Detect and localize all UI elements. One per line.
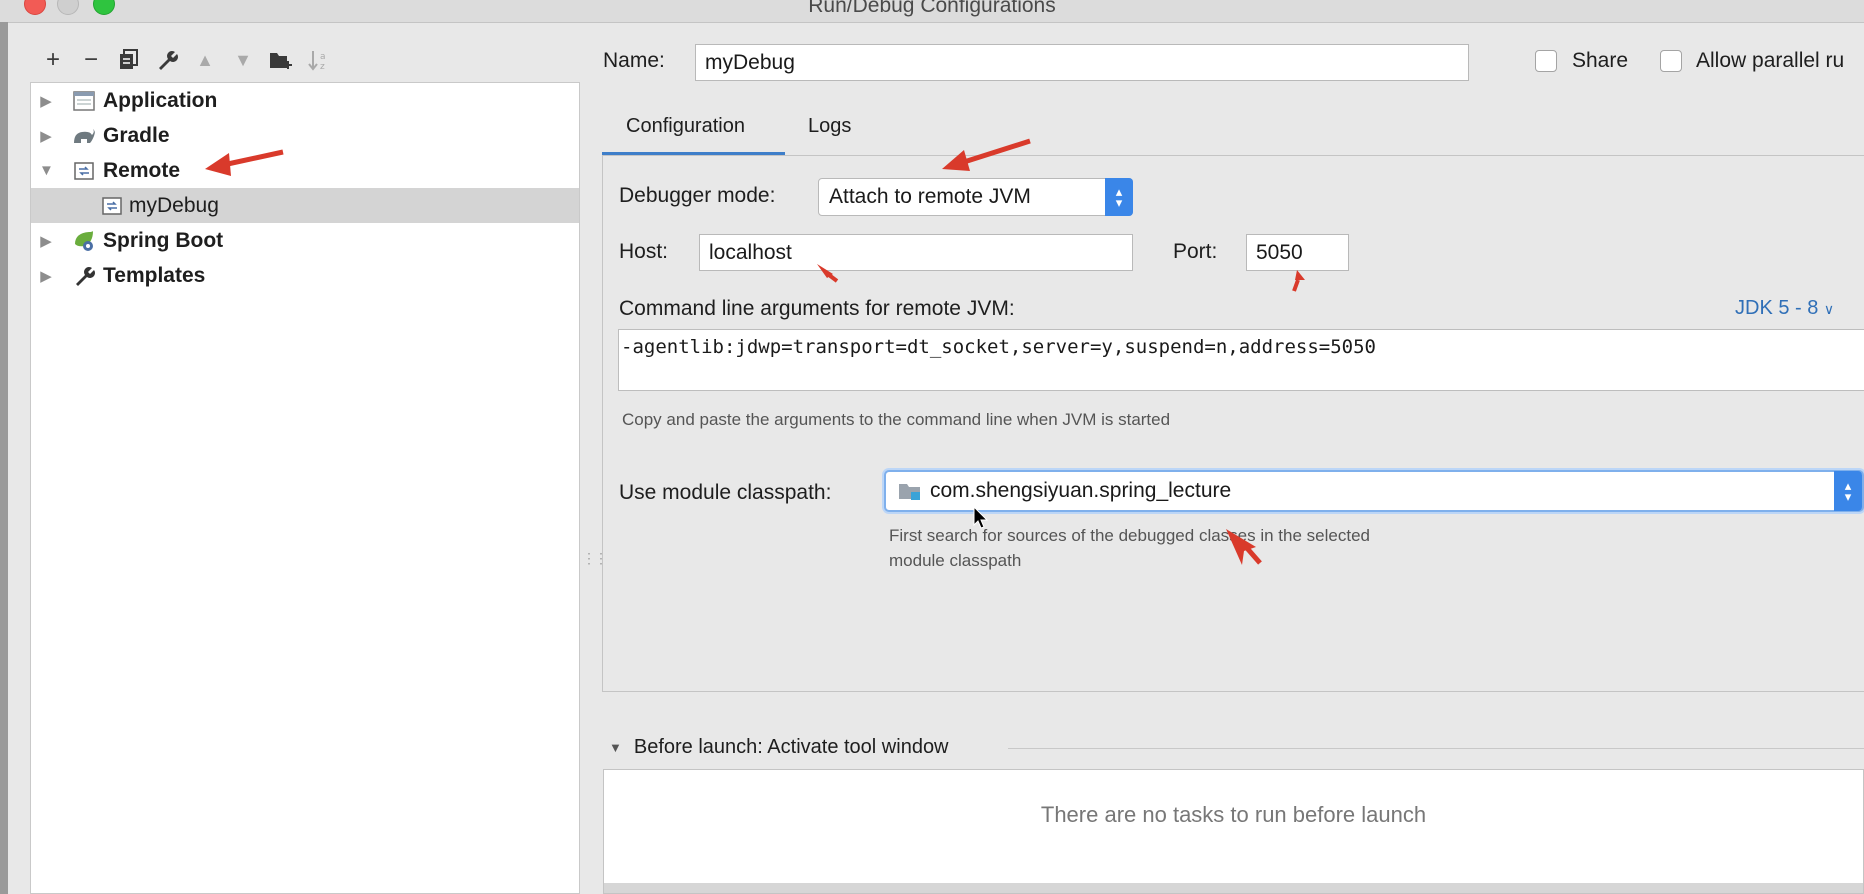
- cmd-args-hint: Copy and paste the arguments to the comm…: [622, 410, 1171, 429]
- port-label: Port:: [1173, 240, 1218, 263]
- tree-item-label: Spring Boot: [103, 228, 224, 252]
- annotation-arrow-icon: [817, 264, 839, 283]
- module-classpath-label: Use module classpath:: [619, 481, 832, 504]
- tree-item-mydebug[interactable]: myDebug: [31, 188, 579, 223]
- host-label: Host:: [619, 240, 669, 263]
- allow-parallel-label: Allow parallel ru: [1696, 49, 1845, 72]
- application-icon: [71, 90, 97, 112]
- expand-arrow-icon[interactable]: ▶: [39, 232, 53, 250]
- module-hint-line1: First search for sources of the debugged…: [889, 526, 1370, 545]
- module-folder-icon: [898, 481, 922, 501]
- module-classpath-value: com.shengsiyuan.spring_lecture: [930, 479, 1232, 502]
- remote-icon: [71, 160, 97, 182]
- tree-item-remote[interactable]: ▼ Remote: [31, 153, 579, 188]
- expand-arrow-icon[interactable]: ▶: [39, 92, 53, 110]
- config-toolbar: + − ▲ ▼ az: [34, 40, 338, 80]
- before-launch-title: Before launch: Activate tool window: [633, 736, 949, 758]
- module-hint-line2: module classpath: [889, 551, 1022, 570]
- svg-text:z: z: [320, 62, 325, 71]
- annotation-arrow-icon: [205, 149, 284, 176]
- tree-item-application[interactable]: ▶ Application: [31, 83, 579, 118]
- title-bar: Run/Debug Configurations: [0, 0, 1864, 23]
- share-checkbox[interactable]: [1535, 50, 1557, 72]
- tree-item-label: Gradle: [103, 123, 170, 147]
- select-stepper-icon: ▴ ▾: [1834, 471, 1862, 511]
- no-tasks-message: There are no tasks to run before launch: [1040, 802, 1427, 827]
- move-up-icon[interactable]: ▲: [186, 42, 224, 78]
- sort-icon[interactable]: az: [300, 42, 338, 78]
- remote-config-icon: [99, 195, 125, 217]
- mouse-cursor-icon: [973, 505, 989, 535]
- port-input[interactable]: [1246, 234, 1349, 271]
- move-down-icon[interactable]: ▼: [224, 42, 262, 78]
- tree-item-label: Templates: [103, 263, 206, 287]
- collapse-triangle-icon: ▼: [609, 740, 622, 755]
- tree-item-label: myDebug: [129, 193, 219, 217]
- wrench-icon[interactable]: [148, 42, 186, 78]
- name-label: Name:: [603, 49, 665, 72]
- allow-parallel-checkbox[interactable]: [1660, 50, 1682, 72]
- debugger-mode-label: Debugger mode:: [619, 184, 776, 207]
- jdk-version-link[interactable]: JDK 5 - 8 ∨: [1735, 297, 1834, 320]
- tree-item-label: Application: [103, 88, 218, 112]
- configuration-tree: ▶ Application ▶ Gradle ▼ Remote myDebug …: [30, 82, 580, 894]
- tab-configuration[interactable]: Configuration: [626, 115, 745, 138]
- copy-icon[interactable]: [110, 42, 148, 78]
- new-folder-icon[interactable]: [262, 42, 300, 78]
- remove-icon[interactable]: −: [72, 42, 110, 78]
- gradle-icon: [71, 125, 97, 147]
- spring-boot-icon: [71, 230, 97, 252]
- window-title: Run/Debug Configurations: [808, 0, 1056, 17]
- debugger-mode-select[interactable]: Attach to remote JVM ▴ ▾: [818, 178, 1133, 216]
- module-classpath-select[interactable]: com.shengsiyuan.spring_lecture ▴ ▾: [884, 470, 1864, 512]
- tree-item-spring-boot[interactable]: ▶ Spring Boot: [31, 223, 579, 258]
- window-edge: [0, 22, 8, 894]
- jdk-version-text: JDK 5 - 8: [1735, 297, 1819, 319]
- tree-item-gradle[interactable]: ▶ Gradle: [31, 118, 579, 153]
- select-stepper-icon: ▴ ▾: [1105, 178, 1133, 216]
- svg-text:a: a: [320, 52, 326, 62]
- share-label: Share: [1572, 49, 1629, 72]
- before-launch-header[interactable]: ▼ Before launch: Activate tool window: [609, 736, 949, 759]
- before-launch-tasks: There are no tasks to run before launch: [603, 769, 1864, 894]
- tab-logs[interactable]: Logs: [808, 115, 851, 138]
- add-icon[interactable]: +: [34, 42, 72, 78]
- tree-item-templates[interactable]: ▶ Templates: [31, 258, 579, 293]
- annotation-arrow-icon: [942, 138, 1031, 171]
- annotation-arrow-icon: [1226, 529, 1262, 565]
- cmd-args-label: Command line arguments for remote JVM:: [619, 297, 1015, 320]
- annotation-arrow-icon: [1292, 270, 1305, 292]
- wrench-icon: [71, 265, 97, 287]
- cmd-args-textarea[interactable]: -agentlib:jdwp=transport=dt_socket,serve…: [618, 329, 1864, 391]
- expand-arrow-icon[interactable]: ▶: [39, 127, 53, 145]
- expand-arrow-icon[interactable]: ▶: [39, 267, 53, 285]
- chevron-down-icon: ∨: [1823, 301, 1835, 317]
- debugger-mode-value: Attach to remote JVM: [829, 185, 1031, 208]
- tasks-toolbar: [604, 883, 1863, 893]
- collapse-arrow-icon[interactable]: ▼: [39, 162, 54, 179]
- tree-item-label: Remote: [103, 158, 181, 182]
- separator: [1008, 748, 1864, 749]
- host-input[interactable]: [699, 234, 1133, 271]
- name-input[interactable]: [695, 44, 1469, 81]
